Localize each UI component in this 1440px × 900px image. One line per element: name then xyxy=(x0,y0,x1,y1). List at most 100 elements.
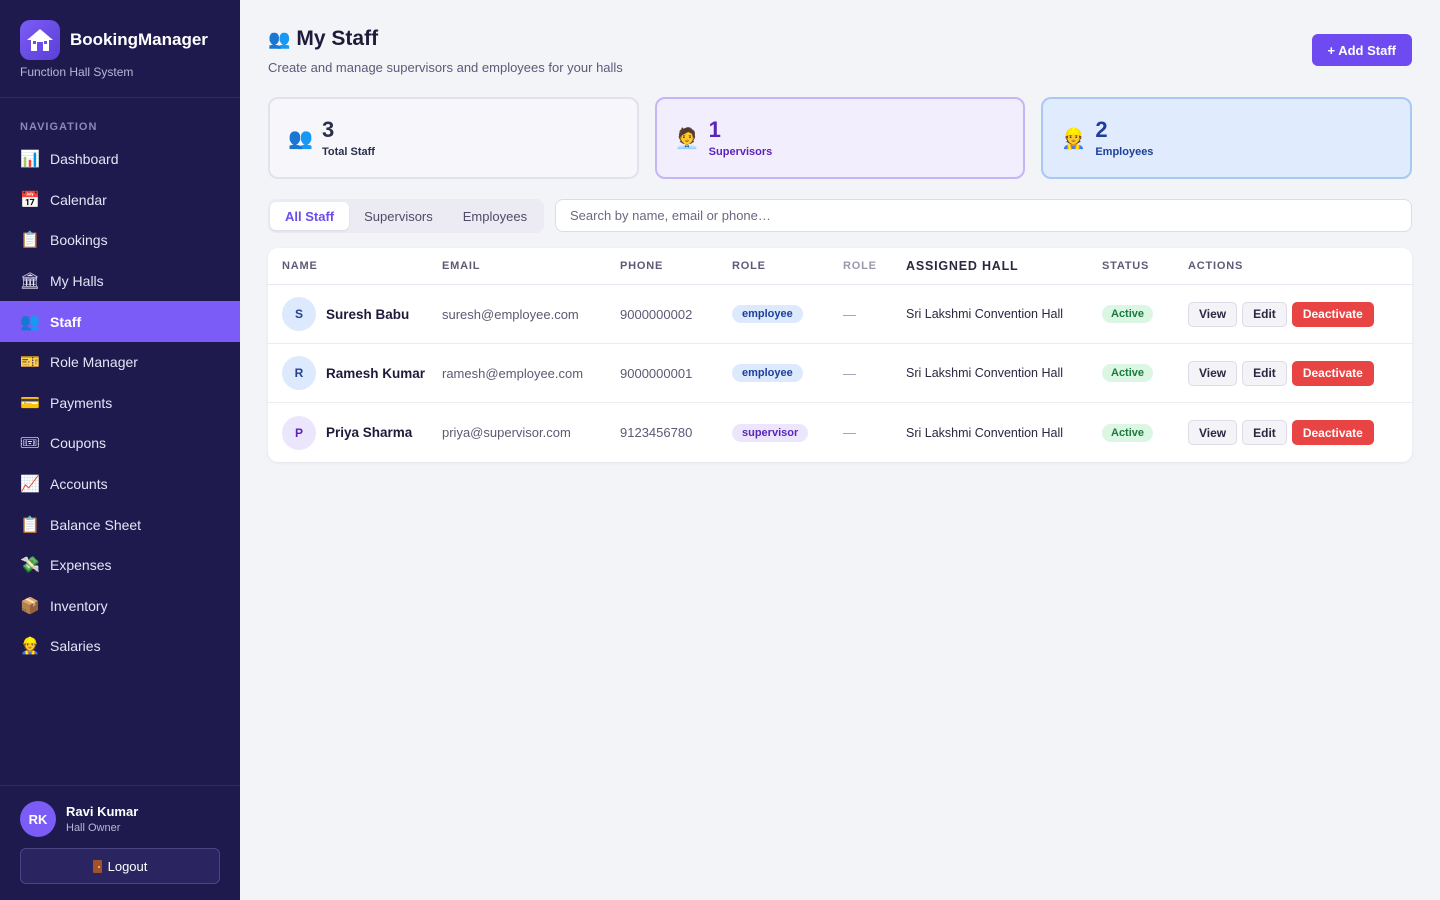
user-role: Hall Owner xyxy=(66,822,121,834)
view-button[interactable]: View xyxy=(1188,301,1238,327)
building-icon: 🏛 xyxy=(19,273,41,291)
sidebar-item-label: Role Manager xyxy=(50,354,138,371)
nav-heading: NAVIGATION xyxy=(20,121,98,133)
sidebar-item-payments[interactable]: 💳 Payments xyxy=(0,383,240,424)
role-badge: employee xyxy=(732,305,803,323)
role-badge: employee xyxy=(732,364,803,382)
avatar: RK xyxy=(20,801,56,837)
email-cell: ramesh@employee.com xyxy=(442,365,584,381)
sidebar-item-role-manager[interactable]: 🎫 Role Manager xyxy=(0,342,240,383)
deactivate-button[interactable]: Deactivate xyxy=(1291,301,1374,327)
column-header: ASSIGNED HALL xyxy=(906,259,1019,273)
sidebar-item-salaries[interactable]: 👷 Salaries xyxy=(0,626,240,667)
sidebar-item-label: Staff xyxy=(50,313,82,330)
sidebar-item-label: Balance Sheet xyxy=(50,516,142,533)
table-header: NAME EMAIL PHONE ROLE ROLE ASSIGNED HALL STATU… xyxy=(268,248,1412,285)
staff-table: NAME EMAIL PHONE ROLE ROLE ASSIGNED HALL STATU… xyxy=(268,248,1412,462)
bar-chart-icon: 📊 xyxy=(20,151,40,169)
tab-employees[interactable]: Employees xyxy=(448,202,542,230)
divider xyxy=(0,785,240,786)
clipboard-icon: 📋 xyxy=(20,516,40,534)
logout-label: Logout xyxy=(107,858,148,874)
edit-button[interactable]: Edit xyxy=(1242,420,1287,445)
main-content: 👥 My Staff Create and manage supervisors… xyxy=(240,0,1440,900)
column-header: STATUS xyxy=(1102,260,1150,272)
stat-value: 2 xyxy=(1095,117,1108,142)
column-header: ROLE xyxy=(732,260,766,272)
worker-icon: 👷 xyxy=(1061,127,1087,150)
assigned-hall-cell: Sri Lakshmi Convention Hall xyxy=(906,307,1064,321)
sidebar-item-label: Inventory xyxy=(50,597,108,614)
sidebar-item-my-halls[interactable]: 🏛 My Halls xyxy=(0,261,240,302)
email-cell: priya@supervisor.com xyxy=(442,425,571,440)
sidebar-item-label: Calendar xyxy=(50,191,107,208)
role-cell: employee xyxy=(732,364,843,382)
sidebar-item-label: My Halls xyxy=(50,273,104,290)
view-button[interactable]: View xyxy=(1188,420,1238,445)
role-secondary-cell: — xyxy=(843,365,856,381)
add-staff-button[interactable]: + Add Staff xyxy=(1311,34,1412,66)
supervisor-icon: 🧑‍💼 xyxy=(674,127,700,150)
search-input[interactable] xyxy=(555,199,1412,232)
people-icon: 👥 xyxy=(288,127,313,150)
avatar: P xyxy=(282,415,316,450)
sidebar-item-bookings[interactable]: 📋 Bookings xyxy=(0,220,240,261)
name-cell: S Suresh Babu xyxy=(268,297,442,331)
sidebar-item-balance-sheet[interactable]: 📋 Balance Sheet xyxy=(0,504,240,545)
sidebar-item-coupons[interactable]: 🎟 Coupons xyxy=(0,423,240,464)
sidebar-item-expenses[interactable]: 💸 Expenses xyxy=(0,545,240,586)
sidebar-item-label: Dashboard xyxy=(50,151,119,168)
package-icon: 📦 xyxy=(20,597,40,615)
staff-name: Priya Sharma xyxy=(326,425,413,440)
phone-cell: 9123456780 xyxy=(620,425,693,440)
avatar: R xyxy=(282,356,316,390)
logout-button[interactable]: Logout xyxy=(20,848,220,884)
sidebar-item-label: Salaries xyxy=(50,638,101,655)
divider xyxy=(0,97,240,98)
clipboard-icon: 📋 xyxy=(20,232,40,250)
avatar: S xyxy=(282,297,316,331)
table-row: R Ramesh Kumar ramesh@employee.com 90000000… xyxy=(268,344,1412,403)
page-title-text: My Staff xyxy=(296,27,379,50)
name-cell: R Ramesh Kumar xyxy=(268,356,442,390)
sidebar: BookingManager Function Hall System NAVI… xyxy=(0,0,240,900)
card-icon: 💳 xyxy=(20,394,40,412)
role-cell: employee xyxy=(732,305,843,323)
tab-all-staff[interactable]: All Staff xyxy=(270,202,350,230)
role-cell: supervisor xyxy=(732,423,843,442)
view-button[interactable]: View xyxy=(1188,360,1238,386)
actions-cell: View Edit Deactivate xyxy=(1188,301,1412,327)
stat-label: Total Staff xyxy=(322,146,375,158)
assigned-hall-cell: Sri Lakshmi Convention Hall xyxy=(906,366,1064,380)
staff-name: Suresh Babu xyxy=(326,306,410,322)
column-header: ACTIONS xyxy=(1188,260,1244,272)
sidebar-item-inventory[interactable]: 📦 Inventory xyxy=(0,586,240,627)
sidebar-item-calendar[interactable]: 📅 Calendar xyxy=(0,180,240,221)
table-body: S Suresh Babu suresh@employee.com 900000000… xyxy=(268,285,1412,462)
brand[interactable]: BookingManager xyxy=(20,20,208,60)
actions-cell: View Edit Deactivate xyxy=(1188,420,1412,445)
status-badge: Active xyxy=(1102,305,1154,323)
table-row: P Priya Sharma priya@supervisor.com 9123456… xyxy=(268,403,1412,462)
role-badge: supervisor xyxy=(732,423,809,442)
stat-card-supervisors: 🧑‍💼 1 Supervisors xyxy=(654,97,1026,179)
page-subtitle: Create and manage supervisors and employ… xyxy=(268,60,623,75)
tab-supervisors[interactable]: Supervisors xyxy=(349,202,448,230)
sidebar-item-accounts[interactable]: 📈 Accounts xyxy=(0,464,240,505)
phone-cell: 9000000001 xyxy=(620,365,693,381)
sidebar-item-label: Expenses xyxy=(50,557,112,574)
deactivate-button[interactable]: Deactivate xyxy=(1291,360,1374,386)
sidebar-item-staff[interactable]: 👥 Staff xyxy=(0,301,240,342)
trend-chart-icon: 📈 xyxy=(20,476,40,494)
edit-button[interactable]: Edit xyxy=(1242,301,1287,327)
sidebar-nav: 📊 Dashboard 📅 Calendar 📋 Bookings 🏛 My Halls 👥 St… xyxy=(0,139,240,667)
column-header: NAME xyxy=(282,260,318,272)
stat-card-employees: 👷 2 Employees xyxy=(1041,97,1413,179)
deactivate-button[interactable]: Deactivate xyxy=(1291,420,1374,445)
staff-name: Ramesh Kumar xyxy=(326,365,426,381)
name-cell: P Priya Sharma xyxy=(268,415,442,450)
sidebar-item-dashboard[interactable]: 📊 Dashboard xyxy=(0,139,240,180)
user-profile[interactable]: RK Ravi Kumar Hall Owner xyxy=(20,801,138,837)
status-cell: Active xyxy=(1102,305,1188,323)
edit-button[interactable]: Edit xyxy=(1242,360,1287,386)
